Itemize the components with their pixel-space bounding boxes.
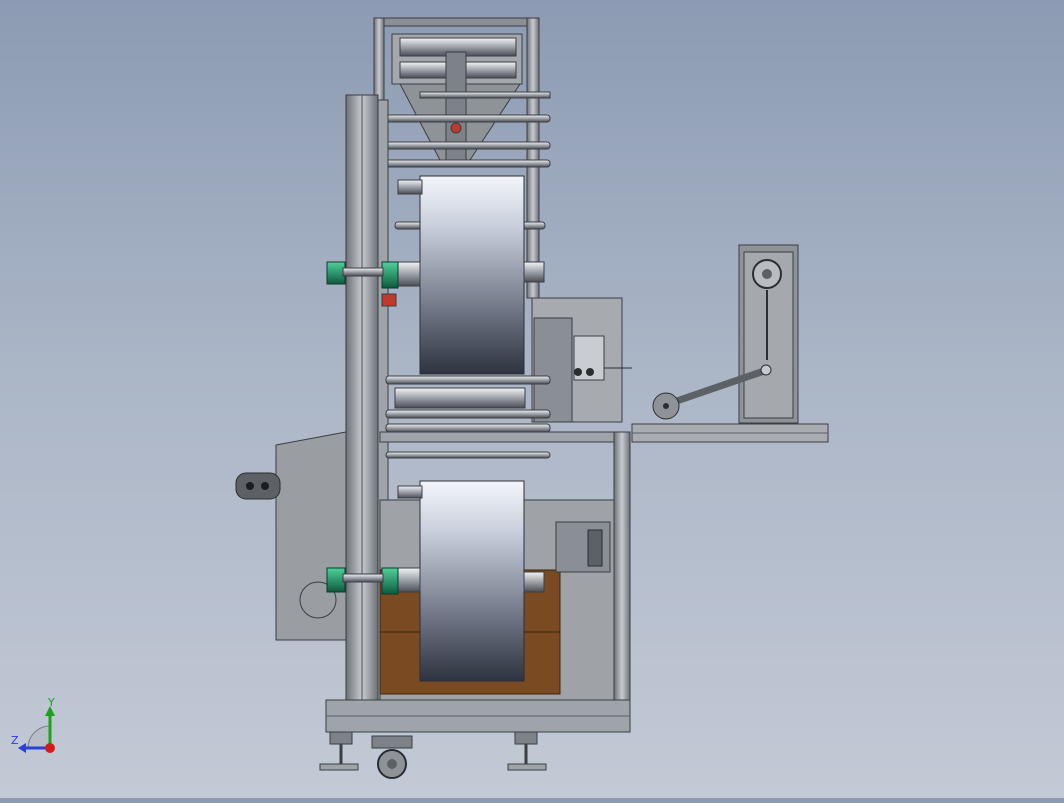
triad-z-label: Z (11, 734, 19, 747)
caster-wheel[interactable] (371, 735, 413, 779)
unwind-arm-assembly[interactable] (631, 244, 829, 443)
machine-model-view[interactable] (0, 0, 1064, 798)
triad-y-label: Y (48, 696, 55, 709)
middle-rollers[interactable] (385, 375, 551, 459)
cutting-unit[interactable] (531, 297, 632, 423)
x-axis-dot (45, 743, 55, 753)
upper-material-roll[interactable] (395, 175, 545, 375)
side-gearbox[interactable] (235, 431, 347, 641)
machine-base[interactable] (319, 699, 631, 771)
coordinate-triad (18, 706, 55, 753)
cad-viewport[interactable]: Y Z (0, 0, 1064, 798)
